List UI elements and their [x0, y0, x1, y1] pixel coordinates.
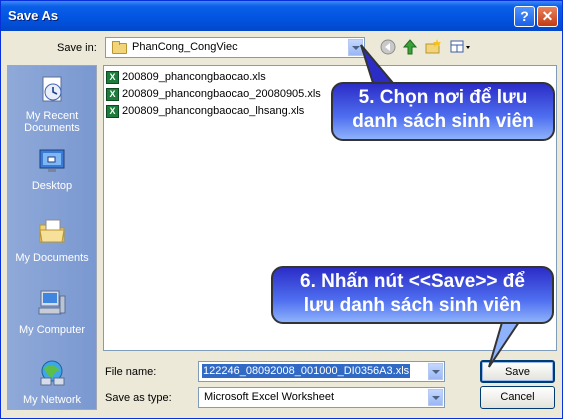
callout-line: 6. Nhấn nút <<Save>> để	[300, 271, 525, 292]
instruction-callout-press-save: 6. Nhấn nút <<Save>> để lưu danh sách si…	[271, 266, 554, 324]
instruction-callout-choose-location: 5. Chọn nơi để lưu danh sách sinh viên	[331, 82, 555, 141]
callout-line: lưu danh sách sinh viên	[303, 295, 522, 316]
callout-line: danh sách sinh viên	[352, 111, 534, 132]
save-as-dialog: Save As ? ✕ Save in: PhanCong_CongViec M…	[0, 0, 563, 419]
callout-pointer-save	[488, 318, 523, 368]
callout-line: 5. Chọn nơi để lưu	[358, 87, 528, 108]
callout-pointers	[360, 44, 523, 368]
callout-pointer-save-in	[360, 44, 396, 84]
